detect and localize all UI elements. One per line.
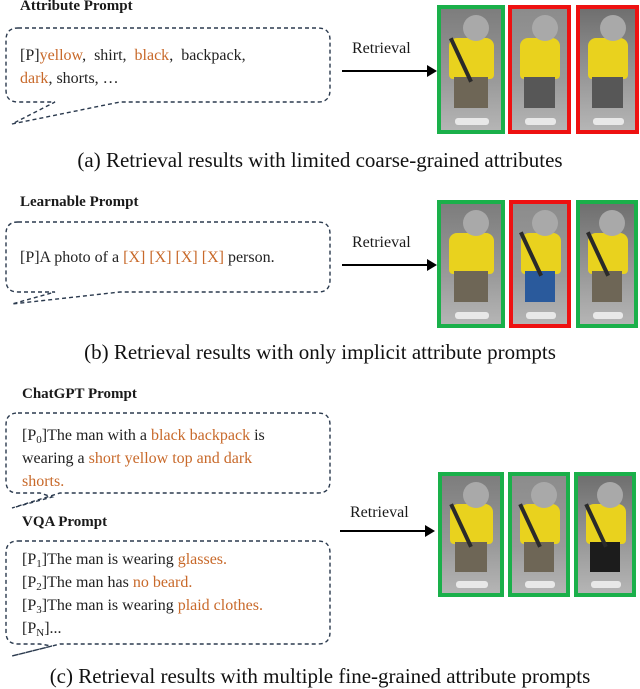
yellow-top [587,38,629,80]
blurred-face-icon [599,210,625,236]
prompt-segment: [P [22,597,37,614]
shoes [455,312,489,320]
retrieved-image-correct[interactable] [574,472,636,597]
retrieved-image-correct[interactable] [437,5,505,134]
yellow-top [519,504,560,544]
prompt-line: [P1]The man is wearing glasses. [22,548,322,571]
prompt-line: [PN]... [22,617,322,640]
shoes [592,312,624,320]
prompt-segment: [P [22,574,37,591]
retrieved-image-incorrect[interactable] [508,5,571,134]
yellow-top [519,38,561,80]
shoes [455,581,489,589]
pedestrian-photo [513,204,567,324]
shoes [590,581,622,589]
retrieval-arrow-c [340,525,435,537]
blurred-face-icon [531,15,558,41]
shoes [455,117,489,126]
shoes [524,581,556,589]
pedestrian-photo [512,476,566,593]
prompt-segment: [P [22,551,37,568]
caption-c: (c) Retrieval results with multiple fine… [49,664,591,688]
retrieved-image-incorrect[interactable] [509,200,571,328]
yellow-top [449,232,494,274]
blurred-face-icon [531,482,557,508]
prompt-segment: ]... [44,620,62,637]
blurred-face-icon [463,210,489,236]
highlighted-attribute: no beard. [132,574,193,591]
lower-garment [454,271,488,303]
retrieved-image-correct[interactable] [576,200,638,328]
prompt-line: [P3]The man is wearing plaid clothes. [22,594,322,617]
prompt-segment: ]The man is wearing [41,597,178,614]
yellow-top [450,504,494,544]
retrieved-image-correct[interactable] [508,472,570,597]
retrieval-label-c: Retrieval [350,504,409,521]
lower-garment [524,76,555,109]
shoes [525,117,556,126]
pedestrian-photo [512,9,567,130]
pedestrian-photo [441,204,501,324]
prompt-subscript: N [36,627,45,639]
pedestrian-photo [441,9,501,130]
blurred-face-icon [597,482,623,508]
retrieved-image-incorrect[interactable] [576,5,639,134]
yellow-top [585,504,626,544]
shoes [525,312,557,320]
lower-garment [592,76,623,109]
blurred-face-icon [463,482,489,508]
prompt-segment: ]The man is wearing [41,551,178,568]
blurred-face-icon [599,15,626,41]
blurred-face-icon [463,15,489,41]
retrieved-image-correct[interactable] [437,200,505,328]
retrieved-image-correct[interactable] [438,472,504,597]
prompt-segment: ]The man has [41,574,133,591]
vqa-prompt-text: [P1]The man is wearing glasses. [P2]The m… [22,548,322,640]
prompt-segment: [P [22,620,37,637]
prompt-line: [P2]The man has no beard. [22,571,322,594]
pedestrian-photo [580,9,635,130]
pedestrian-photo [578,476,632,593]
pedestrian-photo [442,476,500,593]
highlighted-attribute: plaid clothes. [177,597,263,614]
blurred-face-icon [532,210,558,236]
highlighted-attribute: glasses. [177,551,228,568]
pedestrian-photo [580,204,634,324]
shoes [593,117,624,126]
